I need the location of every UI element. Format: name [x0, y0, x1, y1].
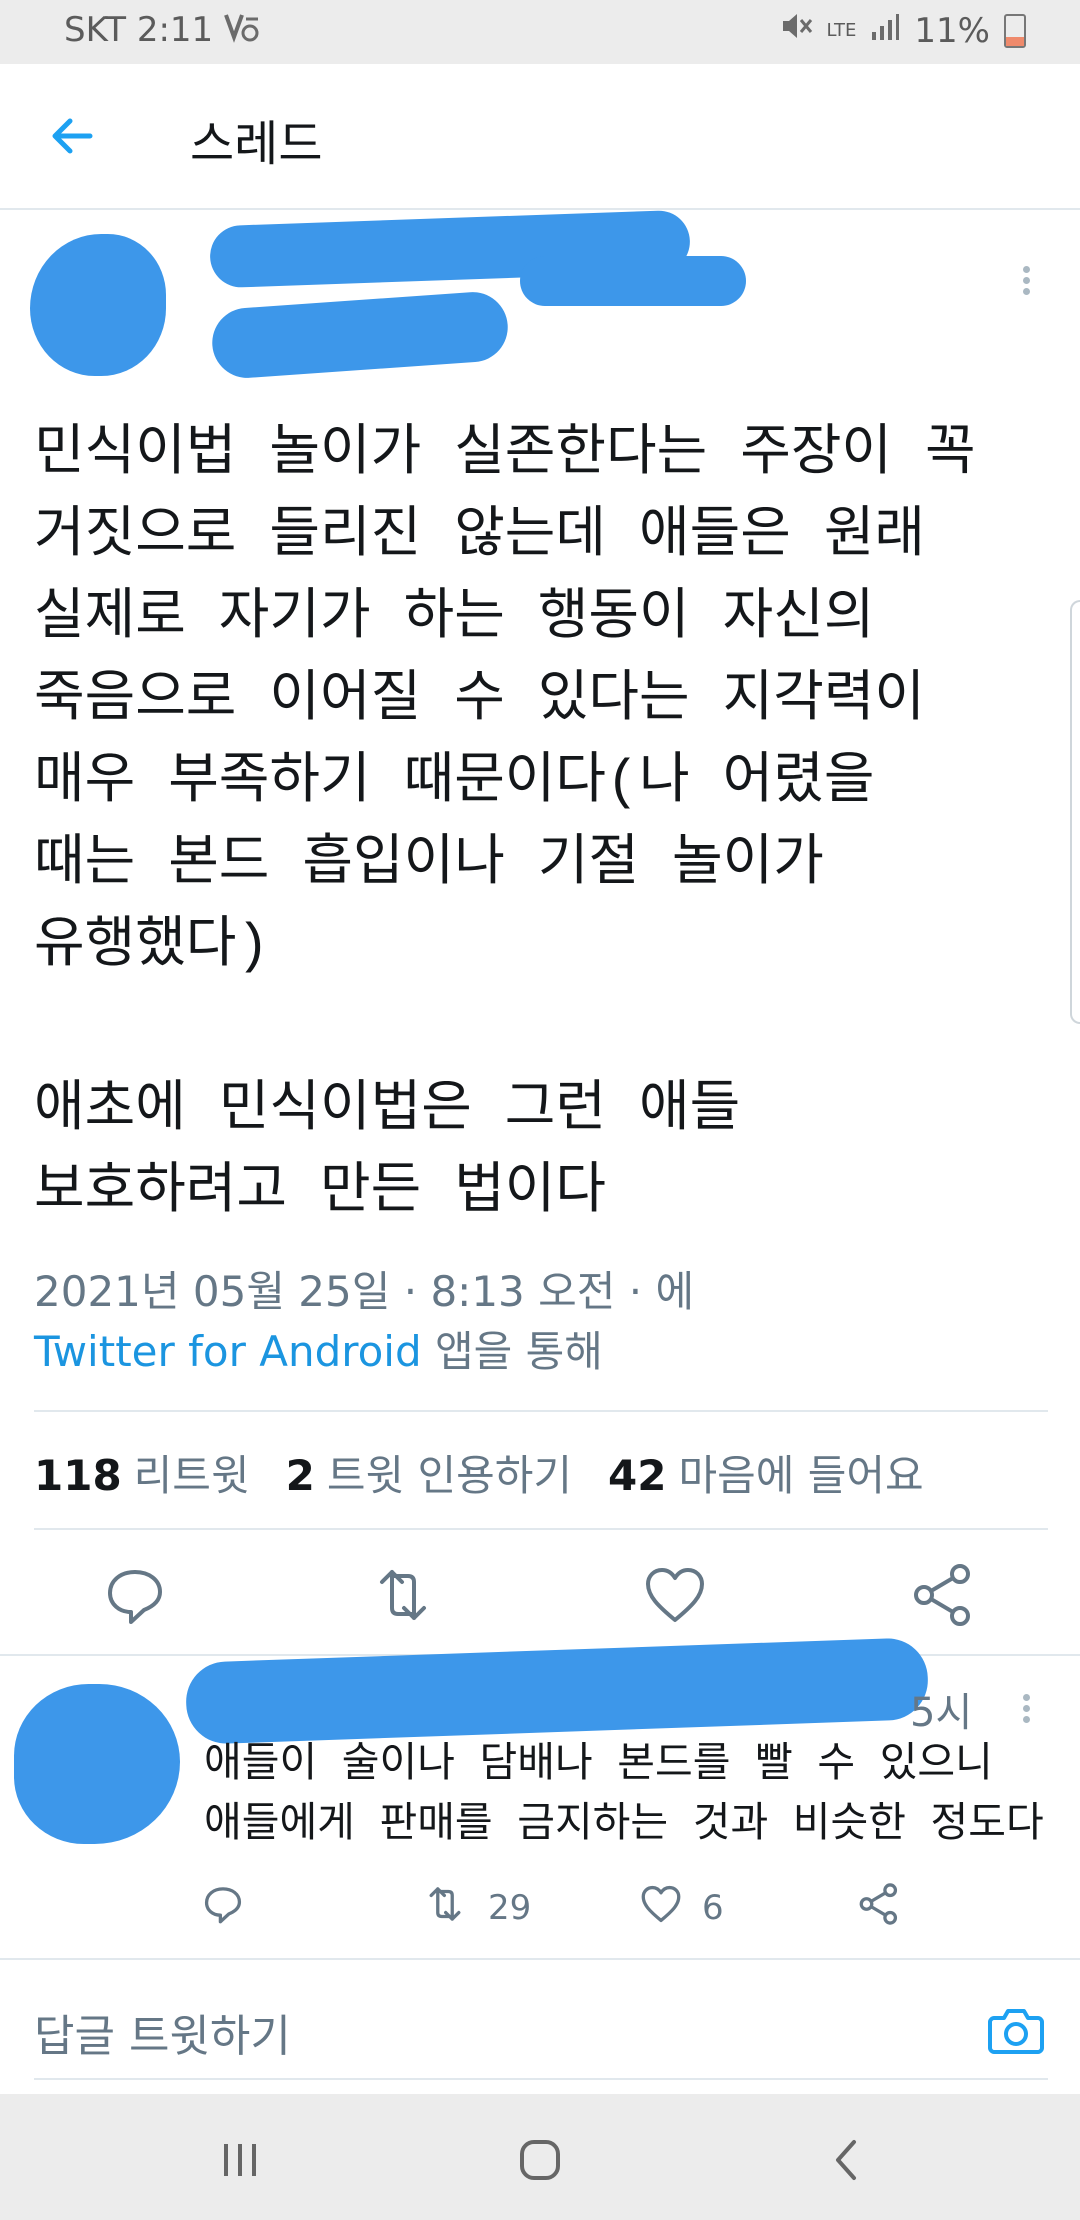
retweets-stat[interactable]: 118 리트윗	[34, 1442, 250, 1503]
retweet-icon	[420, 1881, 470, 1936]
page-title: 스레드	[190, 116, 323, 172]
reply-icon	[200, 1881, 246, 1936]
retweets-count: 118	[34, 1451, 122, 1500]
carrier-time: SKT 2:11	[64, 10, 214, 50]
tweet-source-suffix: 앱을 통해	[421, 1327, 603, 1376]
divider	[34, 2078, 1048, 2080]
avatar[interactable]	[30, 234, 166, 376]
divider	[34, 1410, 1048, 1412]
back-icon[interactable]	[816, 2130, 876, 2190]
redacted-handle	[209, 289, 511, 381]
tweet-date: 2021년 05월 25일 · 8:13 오전 · 에	[34, 1267, 695, 1316]
reply-more-options-icon[interactable]	[1016, 1690, 1036, 1727]
status-bar: SKT 2:11 LTE 11%	[0, 0, 1080, 64]
battery-percent: 11%	[914, 10, 990, 51]
reply-compose-input[interactable]: 답글 트윗하기	[34, 2000, 291, 2064]
tweet-actions	[0, 1560, 1080, 1660]
app-bar: 스레드	[0, 64, 1080, 210]
reply-share-button[interactable]	[856, 1880, 902, 1936]
mute-icon	[779, 10, 813, 51]
reply-timestamp: 5시	[910, 1690, 973, 1736]
back-arrow-icon[interactable]	[46, 108, 102, 164]
more-options-icon[interactable]	[1016, 262, 1036, 299]
tweet-stats: 118 리트윗 2 트윗 인용하기 42 마음에 들어요	[34, 1442, 924, 1503]
tweet-source-line: Twitter for Android 앱을 통해	[34, 1322, 694, 1382]
divider	[34, 1528, 1048, 1530]
likes-count: 42	[608, 1451, 667, 1500]
likes-label: 마음에 들어요	[678, 1451, 924, 1500]
edge-panel-handle[interactable]	[1070, 600, 1080, 1024]
recent-apps-icon[interactable]	[210, 2130, 270, 2190]
battery-icon	[1004, 13, 1026, 48]
camera-icon[interactable]	[986, 2000, 1046, 2060]
reply-actions: 29 6	[0, 1880, 1080, 1940]
divider	[0, 1958, 1080, 1960]
quotes-count: 2	[285, 1451, 315, 1500]
quotes-stat[interactable]: 2 트윗 인용하기	[286, 1442, 572, 1503]
heart-icon[interactable]	[640, 1560, 710, 1630]
reply-text: 애들이 술이나 담배나 본드를 빨 수 있으니 애들에게 판매를 금지하는 것과…	[204, 1743, 1044, 1849]
reply-like-count: 6	[702, 1888, 724, 1928]
retweet-icon[interactable]	[368, 1560, 438, 1630]
reply-retweet-button[interactable]: 29	[420, 1880, 531, 1936]
retweets-label: 리트윗	[133, 1451, 250, 1500]
home-icon[interactable]	[510, 2130, 570, 2190]
share-icon[interactable]	[908, 1560, 978, 1630]
navigation-bar	[0, 2094, 1080, 2220]
reply-icon[interactable]	[100, 1560, 170, 1630]
heart-icon	[638, 1881, 684, 1936]
redacted-display-name-extra	[520, 256, 746, 306]
share-icon	[856, 1881, 902, 1936]
likes-stat[interactable]: 42 마음에 들어요	[608, 1442, 924, 1503]
reply-retweet-count: 29	[488, 1888, 532, 1928]
reply-reply-button[interactable]	[200, 1880, 246, 1936]
tweet-source-link[interactable]: Twitter for Android	[34, 1327, 422, 1376]
tweet-text: 민식이법 놀이가 실존한다는 주장이 꼭 거짓으로 들리진 않는데 애들은 원래…	[34, 423, 976, 1224]
quotes-label: 트윗 인용하기	[326, 1451, 573, 1500]
reply-avatar[interactable]	[14, 1684, 180, 1844]
reply-like-button[interactable]: 6	[638, 1880, 724, 1936]
volte-icon	[224, 11, 264, 52]
signal-icon	[870, 11, 900, 51]
network-label: LTE	[826, 19, 857, 41]
tweet-meta: 2021년 05월 25일 · 8:13 오전 · 에 Twitter for …	[34, 1262, 694, 1382]
